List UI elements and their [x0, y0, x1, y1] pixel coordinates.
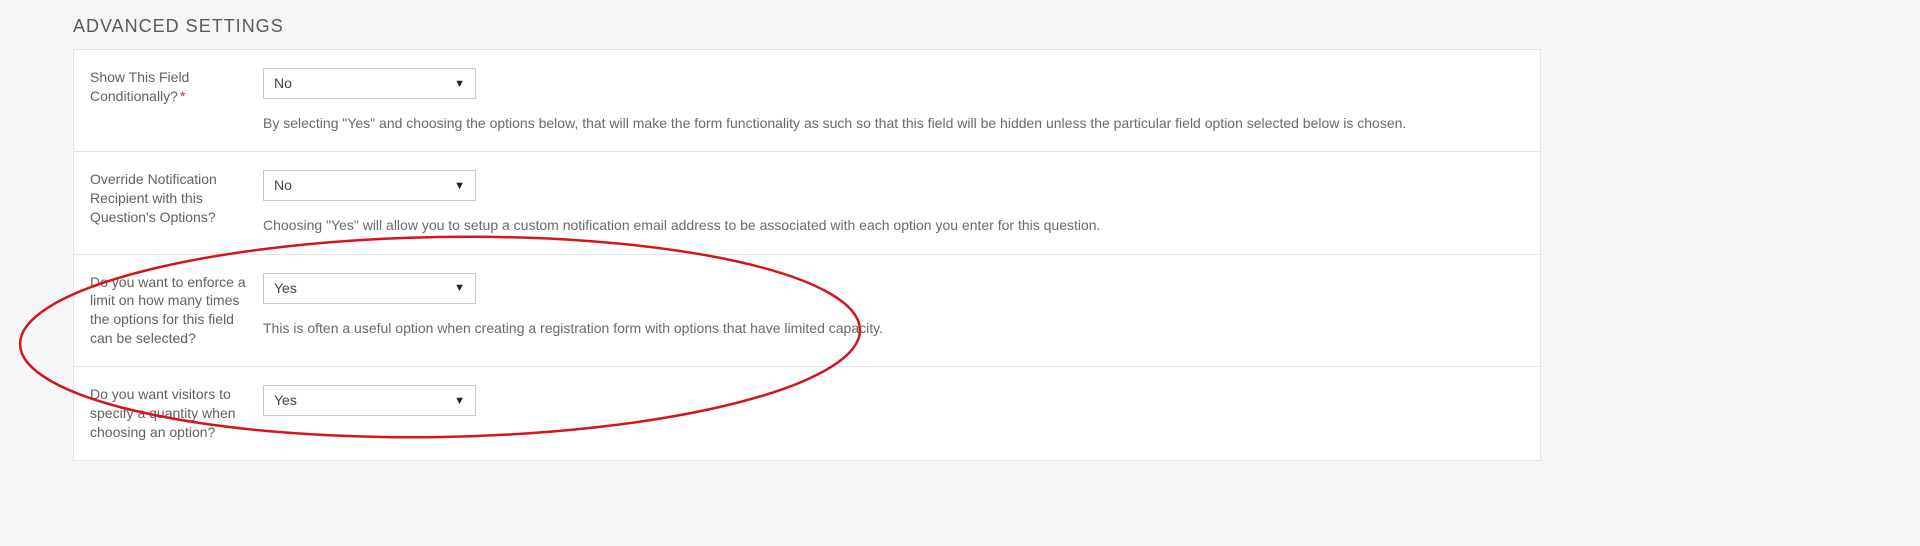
label-show-conditionally: Show This Field Conditionally?*: [90, 68, 263, 106]
label-text: Do you want visitors to specify a quanti…: [90, 386, 236, 440]
advanced-settings-section: ADVANCED SETTINGS Show This Field Condit…: [73, 16, 1541, 461]
label-enforce-limit: Do you want to enforce a limit on how ma…: [90, 273, 263, 349]
label-text: Override Notification Recipient with thi…: [90, 171, 217, 225]
row-enforce-limit: Do you want to enforce a limit on how ma…: [74, 255, 1540, 368]
select-override-recipient[interactable]: No ▼: [263, 170, 476, 201]
select-enforce-limit[interactable]: Yes ▼: [263, 273, 476, 304]
helper-override-recipient: Choosing "Yes" will allow you to setup a…: [263, 215, 1524, 235]
select-show-conditionally[interactable]: No ▼: [263, 68, 476, 99]
select-specify-quantity[interactable]: Yes ▼: [263, 385, 476, 416]
row-show-conditionally: Show This Field Conditionally?* No ▼ By …: [74, 50, 1540, 152]
section-title: ADVANCED SETTINGS: [73, 16, 1541, 37]
select-value: No: [264, 69, 475, 98]
label-override-recipient: Override Notification Recipient with thi…: [90, 170, 263, 227]
helper-show-conditionally: By selecting "Yes" and choosing the opti…: [263, 113, 1524, 133]
select-value: No: [264, 171, 475, 200]
row-specify-quantity: Do you want visitors to specify a quanti…: [74, 367, 1540, 461]
required-mark: *: [180, 88, 185, 104]
label-specify-quantity: Do you want visitors to specify a quanti…: [90, 385, 263, 442]
select-value: Yes: [264, 386, 475, 415]
row-override-recipient: Override Notification Recipient with thi…: [74, 152, 1540, 254]
label-text: Show This Field Conditionally?: [90, 69, 189, 104]
label-text: Do you want to enforce a limit on how ma…: [90, 274, 246, 347]
settings-panel: Show This Field Conditionally?* No ▼ By …: [73, 49, 1541, 461]
select-value: Yes: [264, 274, 475, 303]
helper-enforce-limit: This is often a useful option when creat…: [263, 318, 1524, 338]
